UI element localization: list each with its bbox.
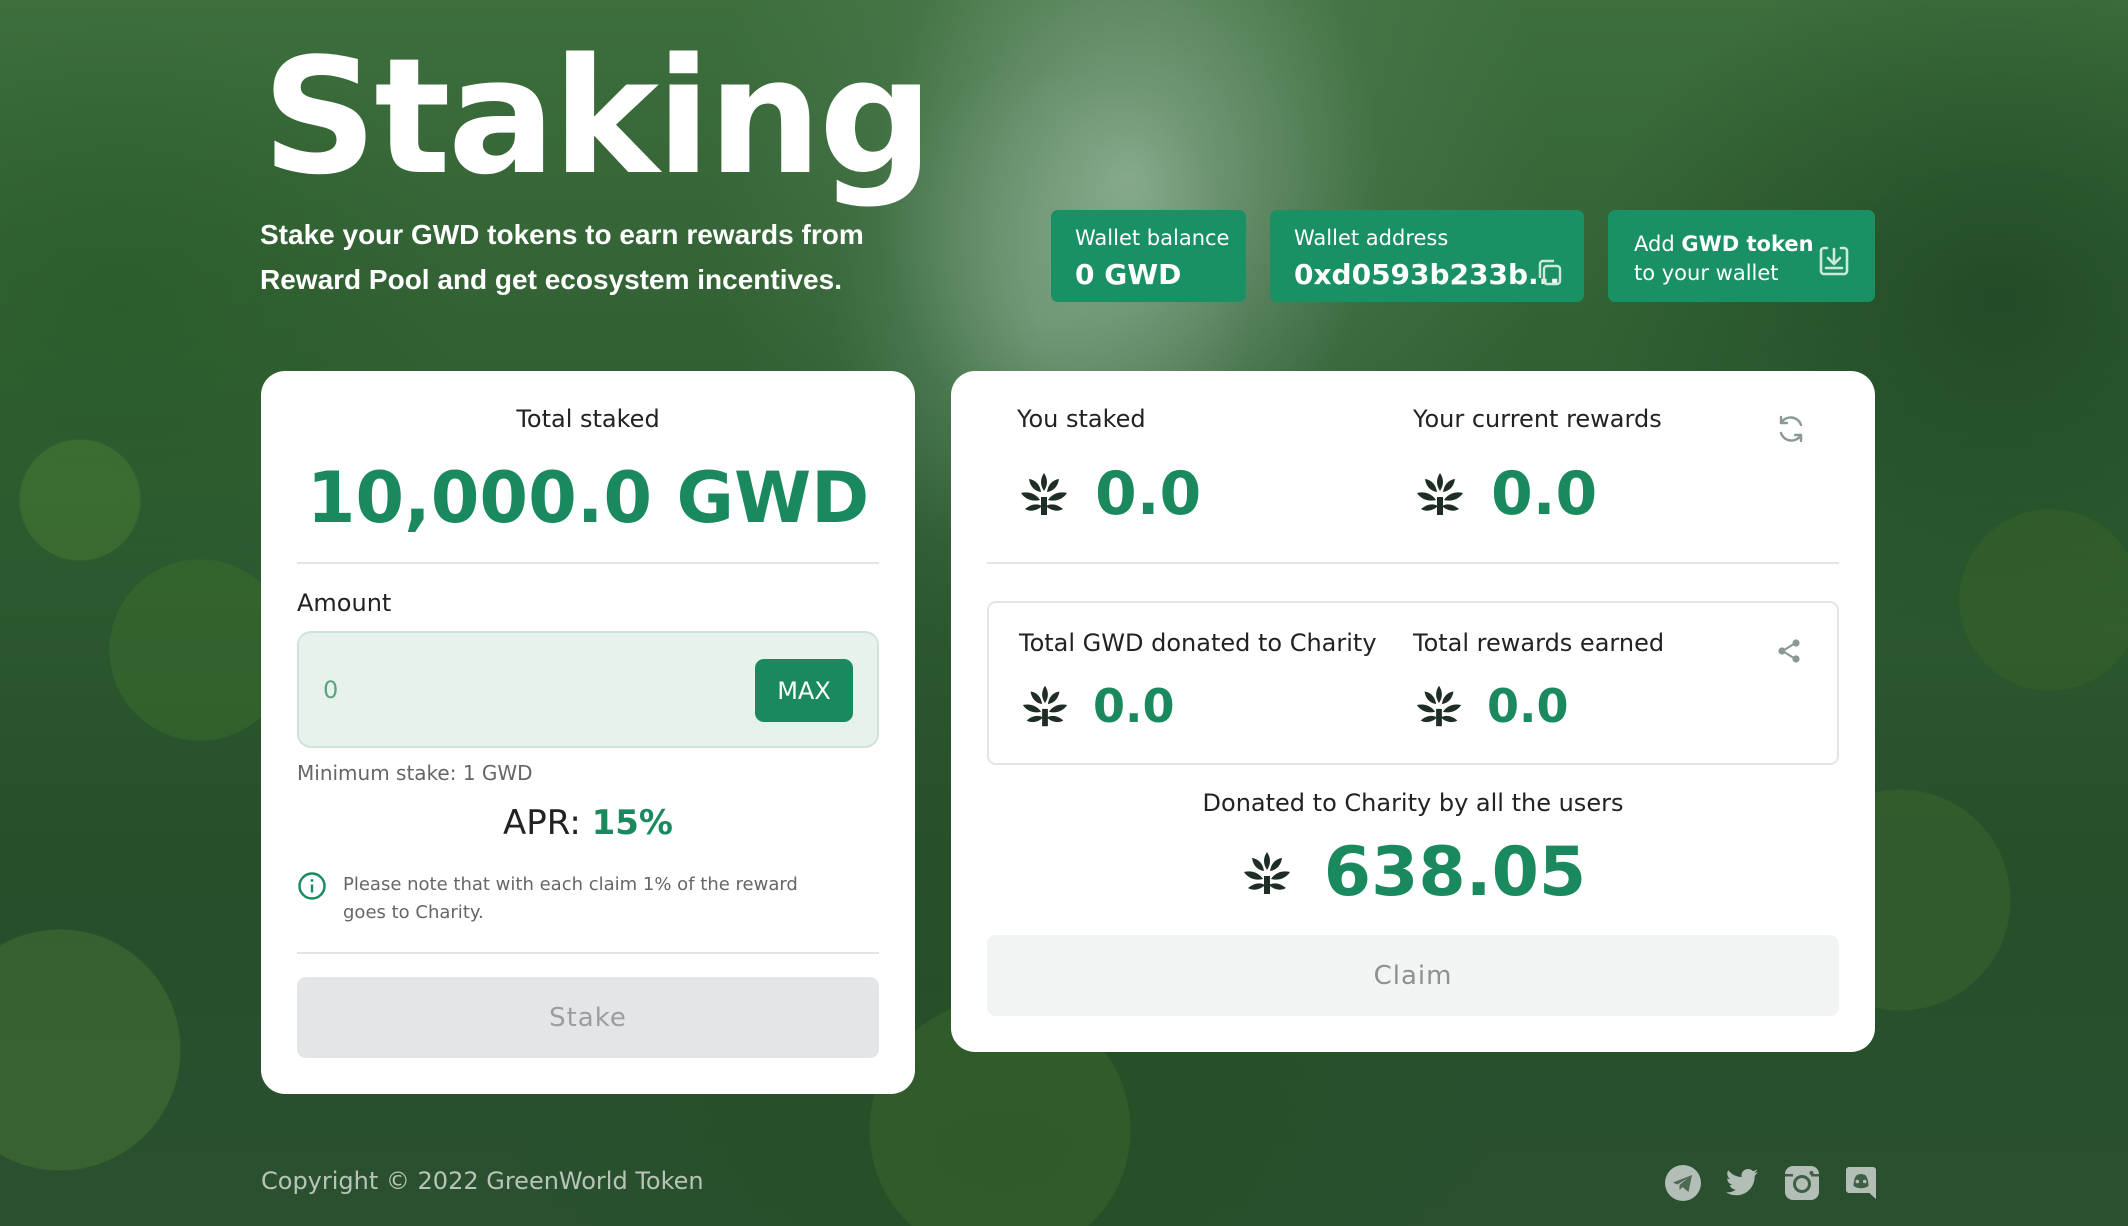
wallet-balance-label: Wallet balance xyxy=(1075,226,1230,250)
donated-stat: 0.0 xyxy=(1019,679,1175,733)
all-users-label: Donated to Charity by all the users xyxy=(1202,789,1624,817)
wallet-address-label: Wallet address xyxy=(1294,226,1449,250)
divider xyxy=(297,952,879,954)
discord-icon[interactable] xyxy=(1842,1164,1880,1202)
current-rewards-label: Your current rewards xyxy=(1413,405,1662,433)
total-staked-label: Total staked xyxy=(516,405,660,433)
gwd-logo-icon xyxy=(1417,473,1463,515)
instagram-icon[interactable] xyxy=(1783,1164,1821,1202)
share-icon[interactable] xyxy=(1775,637,1803,665)
all-users-stat: 638.05 xyxy=(951,833,1875,912)
you-staked-label: You staked xyxy=(1017,405,1146,433)
wallet-address-chip[interactable]: Wallet address 0xd0593b233b... xyxy=(1270,210,1584,302)
apr-row: APR: 15% xyxy=(261,803,915,843)
current-rewards-stat: 0.0 xyxy=(1413,459,1597,529)
gwd-logo-icon xyxy=(1021,473,1067,515)
download-icon xyxy=(1819,246,1849,276)
page-title: Staking xyxy=(262,23,933,210)
rewards-card: You staked 0.0 Your current rewards 0.0 … xyxy=(951,371,1875,1052)
donated-label: Total GWD donated to Charity xyxy=(1019,629,1377,657)
wallet-address-value: 0xd0593b233b... xyxy=(1294,258,1560,291)
page-subtitle: Stake your GWD tokens to earn rewards fr… xyxy=(260,219,864,295)
copyright-text: Copyright © 2022 GreenWorld Token xyxy=(261,1167,704,1195)
stake-card: Total staked 10,000.0 GWD Amount MAX Min… xyxy=(261,371,915,1094)
current-rewards-value: 0.0 xyxy=(1491,459,1598,529)
min-stake-text: Minimum stake: 1 GWD xyxy=(297,761,533,785)
total-staked-value: 10,000.0 GWD xyxy=(306,457,870,539)
all-users-value: 638.05 xyxy=(1323,833,1587,912)
divider xyxy=(297,562,879,564)
charity-stats-box: Total GWD donated to Charity 0.0 Total r… xyxy=(987,601,1839,765)
add-token-button[interactable]: Add GWD token to your wallet xyxy=(1608,210,1875,302)
max-button[interactable]: MAX xyxy=(755,659,853,722)
apr-value: 15% xyxy=(591,803,673,843)
info-icon xyxy=(298,872,326,900)
charity-note: Please note that with each claim 1% of t… xyxy=(343,874,798,923)
refresh-icon[interactable] xyxy=(1775,413,1807,445)
divider xyxy=(987,562,1839,564)
stake-button[interactable]: Stake xyxy=(297,977,879,1058)
claim-button[interactable]: Claim xyxy=(987,935,1839,1016)
amount-label: Amount xyxy=(297,589,392,617)
donated-value: 0.0 xyxy=(1093,679,1175,733)
add-token-line2: to your wallet xyxy=(1634,261,1779,285)
rewards-earned-label: Total rewards earned xyxy=(1413,629,1665,657)
gwd-logo-icon xyxy=(1022,685,1068,727)
apr-label: APR: xyxy=(503,803,592,843)
you-staked-stat: 0.0 xyxy=(1017,459,1201,529)
amount-field-wrapper: MAX xyxy=(297,631,879,748)
twitter-icon[interactable] xyxy=(1723,1164,1761,1202)
gwd-logo-icon xyxy=(1416,685,1462,727)
amount-input[interactable] xyxy=(321,669,705,711)
gwd-logo-icon xyxy=(1243,851,1290,894)
wallet-balance-value: 0 GWD xyxy=(1075,258,1182,291)
you-staked-value: 0.0 xyxy=(1095,459,1202,529)
rewards-earned-stat: 0.0 xyxy=(1413,679,1569,733)
copy-icon[interactable] xyxy=(1534,256,1566,288)
telegram-icon[interactable] xyxy=(1664,1164,1702,1202)
add-token-line1: Add GWD token xyxy=(1634,232,1814,256)
rewards-earned-value: 0.0 xyxy=(1487,679,1569,733)
wallet-balance-chip: Wallet balance 0 GWD xyxy=(1051,210,1246,302)
